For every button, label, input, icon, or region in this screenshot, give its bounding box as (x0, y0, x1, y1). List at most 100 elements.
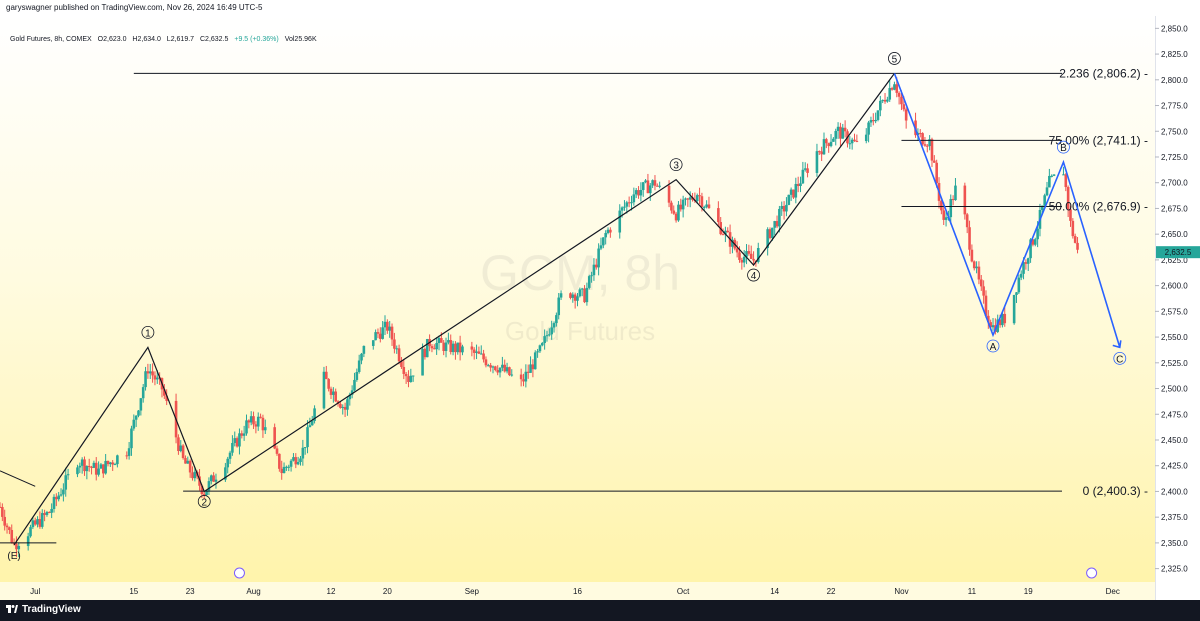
candle-body (76, 467, 79, 475)
candle-body (1045, 187, 1049, 196)
candle-body (900, 96, 903, 105)
candle-body (153, 375, 157, 380)
candle-body (33, 520, 37, 525)
x-tick-label: 22 (827, 587, 836, 596)
abc-label: C (1116, 354, 1123, 365)
candle-body (146, 371, 150, 374)
candle-body (80, 459, 84, 466)
watermark-name: Gold Futures (505, 316, 655, 346)
x-tick-label: Aug (246, 587, 260, 596)
candle-body (393, 339, 396, 349)
wave-label: 2 (201, 497, 207, 508)
candle-body (853, 139, 856, 141)
candle-body (508, 367, 511, 376)
candle-body (325, 371, 328, 380)
candle-body (578, 289, 582, 297)
candle-body (1071, 220, 1075, 237)
candle-body (327, 379, 330, 389)
candle-body (235, 438, 239, 447)
candle-body (540, 343, 544, 346)
candle-body (1076, 242, 1079, 250)
candle-body (29, 527, 32, 537)
candle-body (775, 221, 779, 227)
wave-e-trendline (0, 470, 36, 487)
candle-body (543, 336, 546, 344)
candle-body (829, 141, 833, 147)
y-tick-label: 2,450.0 (1161, 436, 1188, 445)
abc-label: A (990, 342, 997, 353)
candle-body (92, 462, 96, 468)
candle-body (893, 84, 896, 90)
candle-body (184, 458, 187, 464)
candle-body (303, 447, 307, 449)
candle-body (897, 92, 901, 97)
candle-body (109, 462, 112, 465)
candle-body (590, 275, 593, 277)
candle-body (296, 462, 300, 465)
candle-body (247, 420, 251, 423)
candle-body (62, 489, 65, 495)
y-tick-label: 2,525.0 (1161, 359, 1188, 368)
candle-body (472, 349, 476, 353)
candle-body (64, 475, 68, 490)
candle-body (188, 460, 192, 473)
candle-body (738, 252, 741, 260)
candle-body (383, 321, 387, 328)
fib-level-label: 50.00% (2,676.9) - (1049, 199, 1148, 213)
candle-body (925, 145, 929, 147)
candle-body (944, 217, 948, 220)
candle-body (177, 437, 180, 452)
candle-body (780, 205, 784, 209)
candle-body (519, 374, 523, 380)
candle-body (888, 88, 892, 100)
candle-body (555, 315, 558, 324)
candle-body (360, 353, 363, 361)
candle-body (151, 371, 154, 376)
candle-body (193, 471, 197, 479)
abc-label: B (1060, 143, 1067, 154)
candle-body (609, 229, 612, 233)
candle-body (531, 364, 535, 370)
candle-body (245, 420, 248, 434)
candle-body (799, 183, 802, 187)
tradingview-logo[interactable]: TradingView (6, 604, 81, 615)
candle-body (38, 519, 42, 527)
x-tick-label: 16 (573, 587, 582, 596)
candle-body (1033, 239, 1037, 245)
candle-body (991, 325, 995, 328)
candle-body (353, 379, 356, 391)
event-marker-icon[interactable] (233, 567, 245, 579)
candle-body (876, 110, 880, 120)
x-tick-label: 12 (327, 587, 336, 596)
candle-body (26, 536, 30, 547)
candle-body (684, 198, 687, 200)
candle-body (285, 466, 288, 468)
candle-body (602, 237, 605, 246)
candle-body (843, 127, 847, 132)
candle-body (972, 261, 976, 269)
candle-body (214, 479, 218, 482)
candle-body (423, 348, 427, 358)
candle-body (869, 120, 873, 123)
candle-body (801, 169, 805, 184)
candle-body (688, 197, 692, 200)
candle-body (228, 452, 232, 459)
x-tick-label: 19 (1024, 587, 1033, 596)
candle-body (820, 151, 823, 155)
candle-body (374, 332, 377, 341)
candle-body (855, 140, 859, 142)
event-marker-icon[interactable] (1086, 567, 1098, 579)
candle-body (803, 168, 807, 170)
candle-body (238, 433, 241, 447)
candle-body (796, 183, 800, 187)
candle-body (294, 457, 298, 465)
candle-body (310, 421, 314, 426)
y-tick-label: 2,400.0 (1161, 487, 1188, 496)
candle-body (592, 264, 596, 276)
candle-body (634, 190, 638, 195)
candle-body (407, 376, 410, 382)
y-tick-label: 2,500.0 (1161, 385, 1188, 394)
abc-arrowhead (1112, 340, 1122, 349)
candle-body (951, 198, 955, 201)
y-tick-label: 2,325.0 (1161, 565, 1188, 574)
